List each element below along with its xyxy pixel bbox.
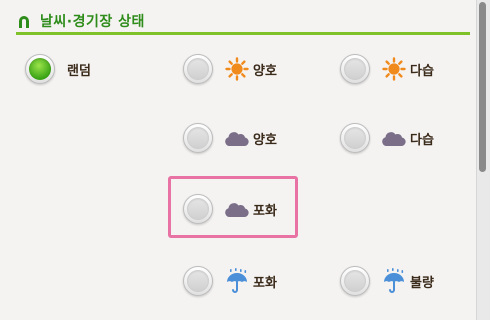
section-title: 날씨·경기장 상태: [40, 14, 145, 30]
umbrella-icon: [380, 268, 408, 293]
radio-button[interactable]: [25, 54, 55, 84]
option-cloudy-saturated[interactable]: 포화: [183, 191, 277, 227]
radio-button[interactable]: [183, 54, 213, 84]
option-label: 다습: [410, 63, 434, 79]
option-cloudy-good[interactable]: 양호: [183, 120, 277, 156]
option-rain-poor[interactable]: 불량: [340, 263, 434, 299]
radio-button[interactable]: [340, 54, 370, 84]
option-label: 다습: [410, 132, 434, 148]
option-label: 불량: [410, 275, 434, 291]
radio-button[interactable]: [340, 123, 370, 153]
scrollbar-thumb[interactable]: [479, 2, 486, 172]
option-label: 양호: [253, 63, 277, 79]
cloud-icon: [380, 126, 408, 150]
horseshoe-icon: [19, 16, 29, 28]
cloud-icon: [223, 197, 251, 221]
umbrella-icon: [223, 268, 251, 293]
section-header: 날씨·경기장 상태: [16, 10, 470, 34]
radio-button[interactable]: [183, 123, 213, 153]
option-cloudy-damp[interactable]: 다습: [340, 120, 434, 156]
cloud-icon: [223, 126, 251, 150]
option-rain-saturated[interactable]: 포화: [183, 263, 277, 299]
sun-icon: [223, 57, 251, 81]
sun-icon: [380, 57, 408, 81]
option-sunny-good[interactable]: 양호: [183, 51, 277, 87]
option-label: 랜덤: [67, 63, 91, 79]
option-random[interactable]: 랜덤: [25, 51, 91, 87]
header-divider: [16, 32, 470, 35]
option-label: 양호: [253, 132, 277, 148]
option-sunny-damp[interactable]: 다습: [340, 51, 434, 87]
radio-button[interactable]: [183, 266, 213, 296]
radio-button[interactable]: [183, 194, 213, 224]
weather-track-panel: 날씨·경기장 상태 랜덤 양호 다습 양호 다습 포화 포화 불량: [0, 0, 476, 320]
option-label: 포화: [253, 203, 277, 219]
option-label: 포화: [253, 275, 277, 291]
radio-button[interactable]: [340, 266, 370, 296]
